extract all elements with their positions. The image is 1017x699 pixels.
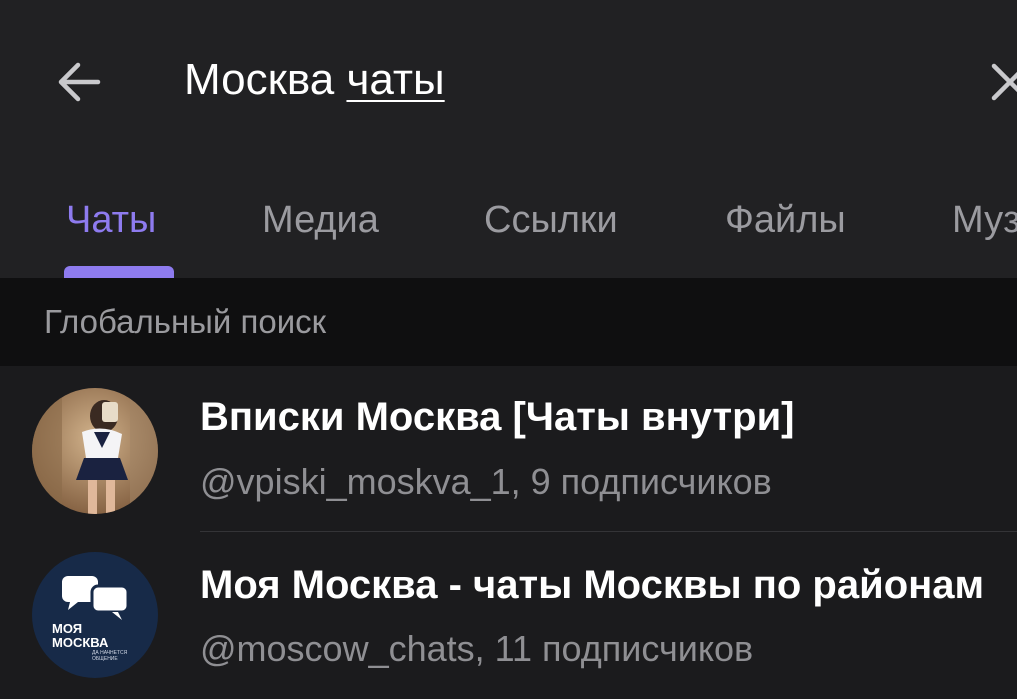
close-icon [991, 63, 1017, 101]
result-row[interactable]: Вписки Москва [Чаты внутри] @vpiski_mosk… [0, 370, 1017, 530]
search-header: Москва чаты Чаты Медиа Ссылки Файлы Муз [0, 0, 1017, 278]
tab-music[interactable]: Муз [952, 190, 1017, 250]
section-header: Глобальный поиск [0, 278, 1017, 366]
avatar-photo [32, 388, 158, 514]
result-row[interactable]: МОЯ МОСКВА ДА НАЧНЕТСЯ ОБЩЕНИЕ Моя Москв… [0, 536, 1017, 696]
tab-files[interactable]: Файлы [725, 190, 846, 250]
result-title: Моя Москва - чаты Москвы по районам [200, 563, 985, 607]
search-query-word: Москва [184, 55, 335, 104]
result-title: Вписки Москва [Чаты внутри] [200, 395, 795, 439]
tab-chats[interactable]: Чаты [66, 190, 156, 250]
avatar-label: МОСКВА [52, 635, 109, 650]
result-subtitle: @vpiski_moskva_1, 9 подписчиков [200, 461, 772, 502]
back-button[interactable] [52, 54, 108, 110]
avatar: МОЯ МОСКВА ДА НАЧНЕТСЯ ОБЩЕНИЕ [32, 552, 158, 678]
search-input[interactable]: Москва чаты [184, 52, 445, 108]
avatar [32, 388, 158, 514]
search-query-word-underlined: чаты [346, 55, 445, 104]
avatar-caption: ДА НАЧНЕТСЯ ОБЩЕНИЕ [92, 650, 128, 662]
tab-bar: Чаты Медиа Ссылки Файлы Муз [0, 190, 1017, 278]
section-title: Глобальный поиск [44, 303, 327, 340]
divider [200, 531, 1017, 532]
tab-media[interactable]: Медиа [262, 190, 379, 250]
active-tab-indicator [64, 266, 174, 278]
clear-search-button[interactable] [986, 58, 1017, 106]
tab-links[interactable]: Ссылки [484, 190, 618, 250]
avatar-label: МОЯ [52, 621, 83, 636]
arrow-left-icon [58, 62, 101, 102]
result-subtitle: @moscow_chats, 11 подписчиков [200, 628, 754, 669]
